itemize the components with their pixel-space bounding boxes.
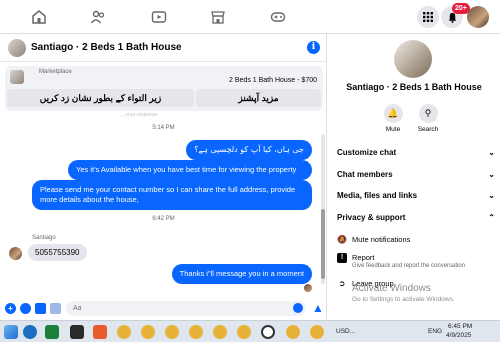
- search-icon: ⚲: [418, 104, 438, 123]
- emoji-icon[interactable]: [293, 303, 303, 313]
- listing-price[interactable]: 2 Beds 1 Bath House - $700: [229, 77, 317, 84]
- edge-icon[interactable]: [23, 325, 37, 339]
- camera-icon[interactable]: [20, 303, 31, 314]
- mute-action[interactable]: 🔔 Mute: [373, 104, 413, 133]
- leave-icon: ➲: [338, 279, 346, 288]
- activate-windows-subtitle: Go to Settings to activate Windows.: [352, 296, 455, 303]
- timestamp: 6:42 PM: [152, 216, 175, 222]
- chrome-icon[interactable]: [237, 325, 251, 339]
- seen-indicator-avatar: [304, 284, 312, 292]
- plus-icon[interactable]: +: [5, 303, 16, 314]
- app-icon[interactable]: [70, 325, 84, 339]
- video-icon[interactable]: [151, 9, 167, 25]
- chat-header: Santiago · 2 Beds 1 Bath House i: [0, 34, 327, 62]
- top-nav: 20+: [0, 0, 500, 34]
- more-options-button[interactable]: مزید آپشنز: [196, 89, 321, 107]
- message-outgoing[interactable]: جی ہاں، کیا آپ کو دلچسپی ہے؟: [186, 140, 312, 160]
- sender-avatar[interactable]: [9, 247, 22, 260]
- search-action[interactable]: ⚲ Search: [408, 104, 448, 133]
- section-media-files-links[interactable]: Media, files and links ⌄: [337, 191, 495, 200]
- gaming-icon[interactable]: [270, 9, 286, 25]
- chrome-icon[interactable]: [117, 325, 131, 339]
- search-label: Search: [417, 126, 439, 133]
- alert-icon: !: [337, 253, 347, 263]
- chrome-icon[interactable]: [213, 325, 227, 339]
- message-outgoing[interactable]: Please send me your contact number so I …: [32, 180, 312, 210]
- section-chat-members[interactable]: Chat members ⌄: [337, 170, 495, 179]
- composer: + ▲: [0, 298, 327, 320]
- info-icon[interactable]: i: [307, 41, 320, 54]
- chrome-icon[interactable]: [286, 325, 300, 339]
- marketplace-thumbnail[interactable]: [10, 70, 24, 84]
- bell-icon: 🔔: [383, 104, 403, 123]
- mark-pending-button[interactable]: زیر التواء کے بطور نشان زد کریں: [7, 89, 194, 107]
- friends-icon[interactable]: [90, 9, 106, 25]
- image-icon[interactable]: [35, 303, 46, 314]
- currency-widget[interactable]: USD...: [336, 328, 355, 335]
- chevron-down-icon: ⌄: [488, 191, 495, 200]
- chevron-down-icon: ⌄: [488, 148, 495, 157]
- sender-name: Santiago: [32, 235, 56, 241]
- clock-time[interactable]: 6:45 PM: [448, 323, 472, 330]
- language-indicator[interactable]: ENG: [428, 328, 442, 335]
- chrome-icon[interactable]: [310, 325, 324, 339]
- chevron-up-icon: ⌃: [488, 213, 495, 222]
- chrome-icon[interactable]: [189, 325, 203, 339]
- chrome-icon[interactable]: [165, 325, 179, 339]
- windows-start-icon[interactable]: [4, 325, 18, 339]
- section-privacy-support[interactable]: Privacy & support ⌃: [337, 213, 495, 222]
- account-avatar[interactable]: [467, 6, 489, 28]
- like-icon[interactable]: ▲: [312, 301, 324, 315]
- faded-message: ... your response.: [120, 112, 159, 118]
- timestamp: 5:14 PM: [152, 125, 175, 131]
- marketplace-icon[interactable]: [210, 9, 226, 25]
- home-icon[interactable]: [31, 9, 47, 25]
- details-title: Santiago · 2 Beds 1 Bath House: [346, 82, 482, 92]
- conversation-avatar[interactable]: [394, 40, 432, 78]
- message-outgoing[interactable]: Thanks i"ll message you in a moment: [171, 264, 312, 284]
- chrome-icon[interactable]: [141, 325, 155, 339]
- bell-off-icon: 🔕: [337, 235, 347, 244]
- activate-windows-title: Activate Windows: [352, 283, 431, 294]
- chat-pane: Santiago · 2 Beds 1 Bath House i Marketp…: [0, 34, 327, 320]
- clock-date[interactable]: 4/9/2025: [446, 332, 471, 339]
- message-input[interactable]: [66, 301, 306, 316]
- marketplace-card: Marketplace 2 Beds 1 Bath House - $700 ز…: [5, 66, 323, 111]
- section-customize-chat[interactable]: Customize chat ⌄: [337, 148, 495, 157]
- taskbar: USD... ENG 6:45 PM 4/9/2025: [0, 320, 500, 342]
- listing-thumbnail[interactable]: [8, 39, 26, 57]
- marketplace-label: Marketplace: [39, 69, 72, 75]
- conversation-title[interactable]: Santiago · 2 Beds 1 Bath House: [31, 42, 182, 53]
- mute-label: Mute: [385, 126, 401, 133]
- app-icon[interactable]: [45, 325, 59, 339]
- conversation-details-pane: Santiago · 2 Beds 1 Bath House 🔔 Mute ⚲ …: [328, 34, 500, 320]
- app-icon[interactable]: [261, 325, 275, 339]
- menu-grid-button[interactable]: [417, 6, 439, 28]
- chevron-down-icon: ⌄: [488, 170, 495, 179]
- message-incoming[interactable]: 5055755390: [28, 244, 87, 261]
- grid-icon: [423, 12, 433, 22]
- message-outgoing[interactable]: Yes it's Available when you have best ti…: [68, 160, 312, 180]
- gif-icon[interactable]: [50, 303, 61, 314]
- app-icon[interactable]: [93, 325, 107, 339]
